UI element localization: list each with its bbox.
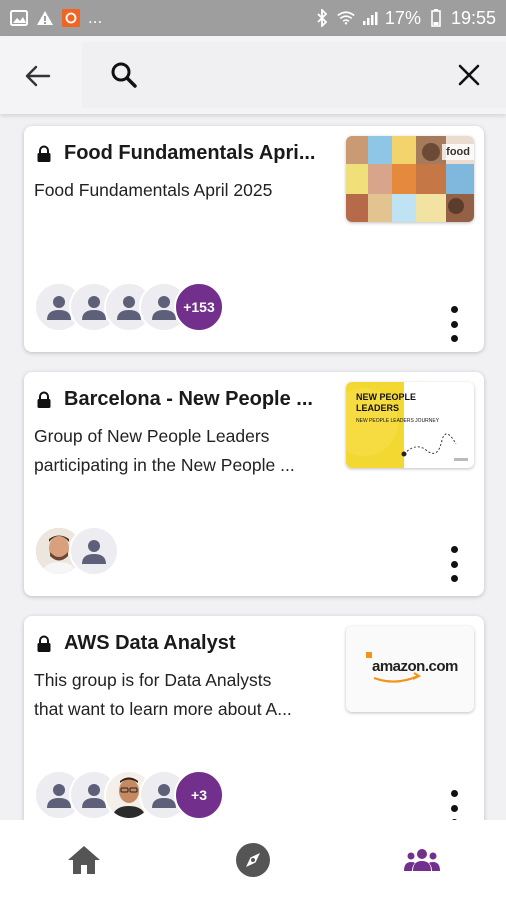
image-icon [10, 10, 28, 26]
lock-icon [37, 635, 51, 652]
group-title-row: Barcelona - New People ... [36, 388, 348, 411]
group-title: Food Fundamentals Apri... [64, 142, 316, 164]
group-title-row: AWS Data Analyst [36, 632, 348, 655]
more-options-button[interactable] [444, 786, 464, 820]
group-description-line: that want to learn more about A... [34, 699, 292, 719]
battery-percent: 17% [384, 7, 421, 28]
member-avatars[interactable]: +3 [34, 770, 224, 820]
thumbnail-subtitle: NEW PEOPLE LEADERS JOURNEY [356, 418, 440, 424]
search-input[interactable] [152, 56, 432, 94]
more-options-button[interactable] [444, 542, 464, 586]
warning-icon [36, 10, 54, 26]
member-avatars[interactable] [34, 526, 119, 576]
clock: 19:55 [450, 7, 496, 28]
explore-icon [236, 843, 270, 877]
group-description: This group is for Data Analysts that wan… [34, 666, 334, 724]
home-icon [68, 846, 101, 874]
nav-explore[interactable] [169, 820, 338, 900]
lock-icon [37, 145, 51, 162]
lock-icon [37, 391, 51, 408]
group-thumbnail[interactable]: food [346, 136, 474, 222]
battery-icon [427, 9, 445, 27]
more-options-button[interactable] [444, 302, 464, 346]
bluetooth-icon [313, 9, 331, 27]
status-overflow: ... [88, 8, 103, 27]
group-thumbnail[interactable]: NEW PEOPLE LEADERS NEW PEOPLE LEADERS JO… [346, 382, 474, 468]
groups-icon [403, 849, 440, 871]
group-card-aws-data-analyst[interactable]: AWS Data Analyst This group is for Data … [24, 616, 484, 820]
status-bar: ... 17% 19:55 [0, 0, 506, 36]
more-vert-icon [450, 546, 458, 553]
group-card-food-fundamentals[interactable]: Food Fundamentals Apri... Food Fundament… [24, 126, 484, 352]
group-title: Barcelona - New People ... [64, 388, 313, 410]
more-vert-icon [450, 790, 458, 797]
group-description: Food Fundamentals April 2025 [34, 176, 334, 205]
person-icon [82, 540, 106, 564]
signal-icon [361, 10, 379, 26]
group-description-line: This group is for Data Analysts [34, 670, 272, 690]
nav-home[interactable] [0, 820, 169, 900]
group-list: Food Fundamentals Apri... Food Fundament… [0, 114, 506, 820]
search-field[interactable] [82, 42, 506, 108]
clear-search-button[interactable] [452, 58, 486, 92]
group-card-barcelona[interactable]: Barcelona - New People ... Group of New … [24, 372, 484, 596]
app-notification-icon [62, 9, 80, 27]
thumbnail-title: NEW PEOPLE LEADERS [356, 392, 417, 413]
nav-groups[interactable] [337, 820, 506, 900]
search-header [0, 36, 506, 114]
member-count-badge: +3 [174, 770, 224, 820]
avatar [69, 526, 119, 576]
member-avatars[interactable]: +153 [34, 282, 224, 332]
bottom-navigation [0, 820, 506, 900]
wifi-icon [337, 10, 355, 26]
group-description-line: Food Fundamentals April 2025 [34, 180, 273, 200]
group-description-line: participating in the New People ... [34, 455, 295, 475]
more-vert-icon [450, 306, 458, 313]
close-icon [458, 64, 480, 86]
arrow-left-icon [25, 65, 51, 87]
member-count-badge: +153 [174, 282, 224, 332]
search-icon [111, 62, 137, 88]
group-description-line: Group of New People Leaders [34, 426, 270, 446]
group-thumbnail[interactable]: amazon.com [346, 626, 474, 712]
thumbnail-text: food [446, 146, 470, 158]
group-title-row: Food Fundamentals Apri... [36, 142, 348, 165]
group-description: Group of New People Leaders participatin… [34, 422, 334, 480]
group-title: AWS Data Analyst [64, 632, 236, 654]
back-button[interactable] [18, 56, 58, 96]
